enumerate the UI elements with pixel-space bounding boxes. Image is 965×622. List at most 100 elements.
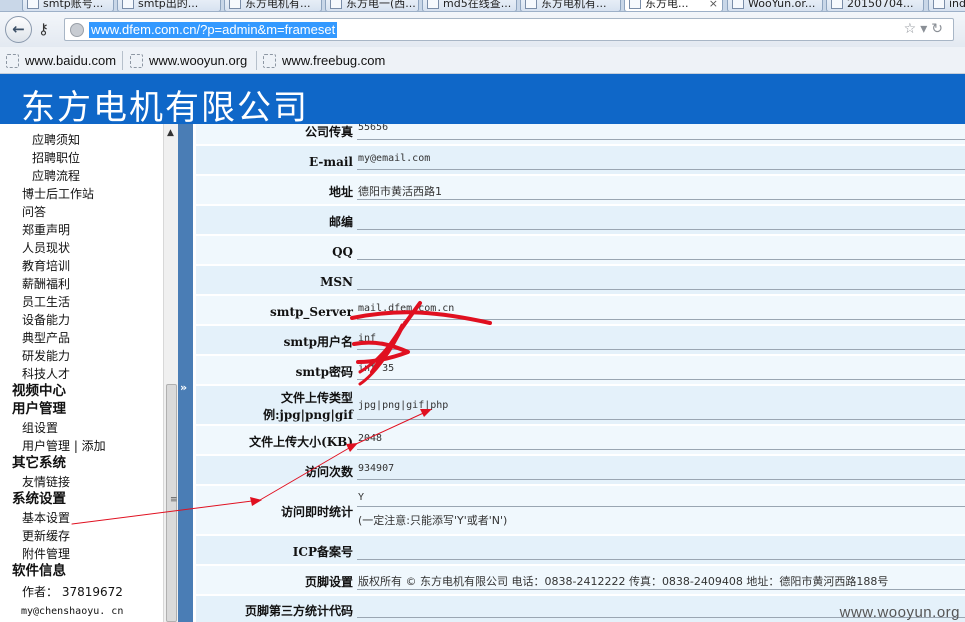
key-icon[interactable]: ⚷ xyxy=(38,20,49,38)
sidebar-item[interactable]: 博士后工作站 xyxy=(22,187,94,202)
form-row: 地址 德阳市黄活西路1 xyxy=(196,176,965,204)
sidebar-section-heading: 软件信息 xyxy=(12,563,66,579)
sidebar-item[interactable]: 教育培训 xyxy=(22,259,70,274)
bookmarks-bar: www.baidu.com www.wooyun.org www.freebug… xyxy=(0,47,965,74)
browser-tab[interactable]: 东方电一(西... xyxy=(325,0,419,11)
sidebar-item[interactable]: 组设置 xyxy=(22,421,58,436)
dropdown-arrow-icon[interactable]: ▾ xyxy=(920,21,931,37)
sidebar-item[interactable]: 研发能力 xyxy=(22,349,70,364)
field-label: 邮编 xyxy=(328,215,353,229)
sidebar-item[interactable]: 典型产品 xyxy=(22,331,70,346)
sidebar-item[interactable]: 员工生活 xyxy=(22,295,70,310)
browser-tab[interactable]: md5在线查... xyxy=(422,0,517,11)
scrollbar-thumb[interactable]: ≡ xyxy=(166,384,178,622)
input-underline xyxy=(357,199,965,200)
field-input[interactable]: mail.dfem.com.cn xyxy=(358,303,454,314)
input-underline xyxy=(357,229,965,230)
tab-favicon-icon xyxy=(122,0,134,9)
field-input[interactable]: 版权所有 © 东方电机有限公司 电话：0838-2412222 传真：0838-… xyxy=(358,573,888,589)
tab-favicon-icon xyxy=(732,0,744,9)
sidebar-item[interactable]: 作者： 37819672 xyxy=(22,585,123,600)
sidebar-item[interactable]: 应聘须知 xyxy=(32,133,80,148)
sidebar-item[interactable]: 招聘职位 xyxy=(32,151,80,166)
field-input[interactable]: 德阳市黄活西路1 xyxy=(358,183,442,199)
reload-icon[interactable]: ↻ xyxy=(931,21,947,37)
sidebar-item[interactable]: 应聘流程 xyxy=(32,169,80,184)
navigation-toolbar: ← ⚷ www.dfem.com.cn/?p=admin&m=frameset … xyxy=(0,12,965,47)
tab-label: md5在线查... xyxy=(443,0,512,10)
sidebar-item[interactable]: 更新缓存 xyxy=(22,529,70,544)
close-tab-icon[interactable]: × xyxy=(709,0,718,11)
field-label: 访问次数 xyxy=(304,465,353,479)
field-label: QQ xyxy=(332,245,353,259)
browser-tab[interactable]: ind... xyxy=(928,0,965,11)
sidebar-item[interactable]: 问答 xyxy=(22,205,46,220)
field-label: 文件上传类型 例:jpg|png|gif xyxy=(196,390,353,424)
collapse-arrow-icon[interactable]: » xyxy=(180,381,187,394)
browser-tab[interactable]: smtp账号... xyxy=(22,0,114,11)
browser-tab[interactable]: 东方电... × xyxy=(624,0,723,11)
browser-tab[interactable]: smtp出的... xyxy=(117,0,221,11)
browser-tab[interactable]: 东方电机有... xyxy=(520,0,621,11)
field-input[interactable]: 2048 xyxy=(358,433,382,444)
sidebar-section-heading: 其它系统 xyxy=(12,455,66,471)
admin-sidebar: 应聘须知招聘职位应聘流程博士后工作站 问答郑重声明人员现状教育培训薪酬福利员工生活… xyxy=(0,124,178,622)
star-icon[interactable]: ☆ xyxy=(904,21,921,37)
input-underline xyxy=(357,259,965,260)
form-row: 访问次数 934907 xyxy=(196,456,965,484)
back-arrow-icon[interactable]: ← xyxy=(5,16,32,43)
sidebar-scrollbar[interactable]: ▲ ≡ xyxy=(163,124,178,622)
browser-tab[interactable]: 20150704... xyxy=(826,0,924,11)
form-row: 邮编 xyxy=(196,206,965,234)
field-input[interactable]: 934907 xyxy=(358,463,394,474)
sidebar-item[interactable]: 薪酬福利 xyxy=(22,277,70,292)
sidebar-item[interactable]: 郑重声明 xyxy=(22,223,70,238)
tab-favicon-icon xyxy=(629,0,641,9)
sidebar-item[interactable]: 科技人才 xyxy=(22,367,70,382)
input-underline xyxy=(357,169,965,170)
url-text[interactable]: www.dfem.com.cn/?p=admin&m=frameset xyxy=(89,22,338,38)
tab-label: 20150704... xyxy=(847,0,914,10)
tab-favicon-icon xyxy=(330,0,342,9)
sidebar-item[interactable]: 友情链接 xyxy=(22,475,70,490)
field-input[interactable]: Y xyxy=(358,492,364,503)
input-underline xyxy=(357,559,965,560)
browser-tab[interactable]: 东方电机有... xyxy=(224,0,322,11)
bookmark-item[interactable]: www.wooyun.org xyxy=(130,53,247,68)
form-row: 页脚设置 版权所有 © 东方电机有限公司 电话：0838-2412222 传真：0… xyxy=(196,566,965,594)
sidebar-item[interactable]: 用户管理 | 添加 xyxy=(22,439,106,454)
bookmark-item[interactable]: www.baidu.com xyxy=(6,53,116,68)
sidebar-section-heading: 视频中心 xyxy=(12,383,66,399)
address-bar[interactable]: www.dfem.com.cn/?p=admin&m=frameset ☆▾↻ xyxy=(64,18,954,41)
sidebar-item[interactable]: 附件管理 xyxy=(22,547,70,562)
site-title: 东方电机有限公司 xyxy=(21,88,309,128)
field-label: MSN xyxy=(320,275,353,289)
sidebar-item[interactable]: 基本设置 xyxy=(22,511,70,526)
sidebar-item[interactable]: 设备能力 xyxy=(22,313,70,328)
settings-form: 公司传真 55656 E-mail my@email.com 地址 德阳市黄活西路1 邮编 Q… xyxy=(193,124,965,622)
field-input[interactable]: my@email.com xyxy=(358,153,430,164)
scroll-up-icon[interactable]: ▲ xyxy=(167,128,174,138)
form-row: QQ xyxy=(196,236,965,264)
sidebar-item[interactable]: my@chenshaoyu. cn xyxy=(21,604,123,619)
bookmark-page-icon xyxy=(263,54,276,68)
tab-label: 东方电一(西... xyxy=(346,0,416,10)
tab-favicon-icon xyxy=(933,0,945,9)
sidebar-section-heading: 系统设置 xyxy=(12,491,66,507)
field-input[interactable]: inf xyxy=(358,333,376,344)
tab-favicon-icon xyxy=(525,0,537,9)
watermark: www.wooyun.org xyxy=(839,604,960,621)
bookmark-item[interactable]: www.freebug.com xyxy=(263,53,385,68)
bookmark-separator xyxy=(122,51,123,70)
browser-tab[interactable]: WooYun.or... xyxy=(727,0,823,11)
sidebar-item[interactable]: 人员现状 xyxy=(22,241,70,256)
field-note: (一定注意:只能添写'Y'或者'N') xyxy=(358,514,508,527)
field-input[interactable]: inf 35 xyxy=(358,363,394,374)
frame-splitter[interactable]: » xyxy=(178,124,193,622)
bookmark-page-icon xyxy=(130,54,143,68)
field-input[interactable]: 55656 xyxy=(358,124,388,133)
globe-icon xyxy=(70,23,84,37)
field-input[interactable]: jpg|png|gif|php xyxy=(358,400,448,411)
sidebar-section-heading: 用户管理 xyxy=(12,401,66,417)
field-label: 地址 xyxy=(328,185,353,199)
